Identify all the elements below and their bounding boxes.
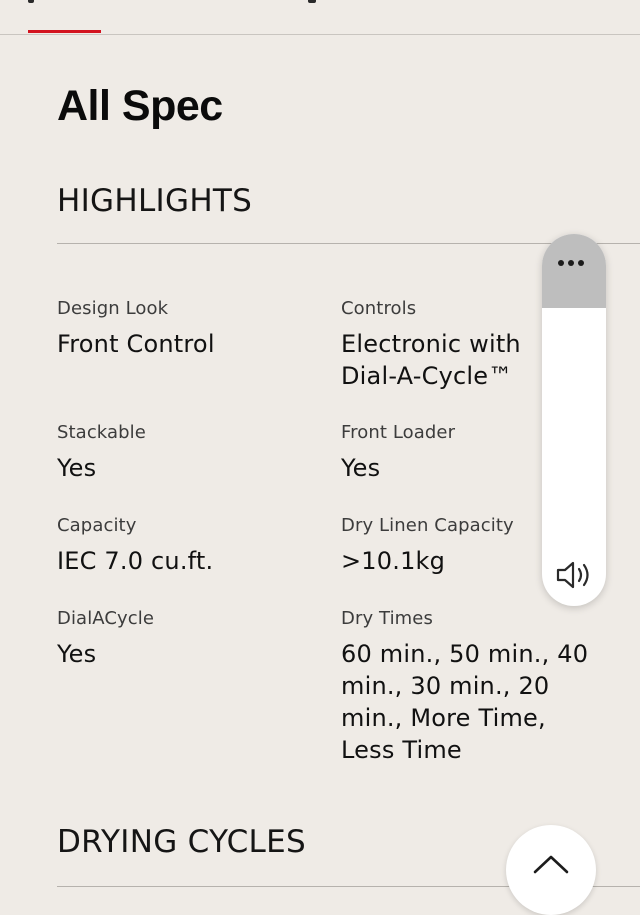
spec-label: Dry Times: [341, 608, 433, 629]
chevron-up-icon: [533, 855, 569, 874]
tab-bar: [0, 0, 640, 35]
spec-value: Yes: [57, 454, 97, 482]
page-title: All Spec: [57, 82, 223, 130]
section-heading-highlights: HIGHLIGHTS: [57, 183, 253, 219]
spec-value: Yes: [57, 640, 97, 668]
spec-value: Front Control: [57, 330, 215, 358]
spec-label: DialACycle: [57, 608, 155, 629]
volume-panel[interactable]: [542, 234, 606, 606]
spec-design-look: Design Look Front Control: [57, 297, 317, 360]
section-heading-drying-cycles: DRYING CYCLES: [57, 824, 306, 860]
tab-label-fragment[interactable]: [28, 0, 34, 3]
scroll-to-top-button[interactable]: [506, 825, 596, 915]
tab-label-fragment[interactable]: [308, 0, 316, 3]
spec-stackable: Stackable Yes: [57, 421, 317, 484]
spec-dialacycle: DialACycle Yes: [57, 607, 317, 670]
spec-label: Design Look: [57, 298, 169, 319]
volume-more-button[interactable]: [542, 234, 606, 308]
speaker-volume-icon[interactable]: [554, 558, 594, 592]
more-horizontal-icon: [558, 260, 584, 266]
active-tab-indicator: [28, 30, 101, 33]
spec-capacity: Capacity IEC 7.0 cu.ft.: [57, 514, 317, 577]
spec-value: Electronic with Dial-A-Cycle™: [341, 330, 521, 390]
spec-dry-times: Dry Times 60 min., 50 min., 40 min., 30 …: [341, 607, 611, 766]
spec-value: 60 min., 50 min., 40 min., 30 min., 20 m…: [341, 640, 589, 764]
spec-label: Capacity: [57, 515, 137, 536]
spec-label: Stackable: [57, 422, 146, 443]
spec-value: IEC 7.0 cu.ft.: [57, 547, 214, 575]
